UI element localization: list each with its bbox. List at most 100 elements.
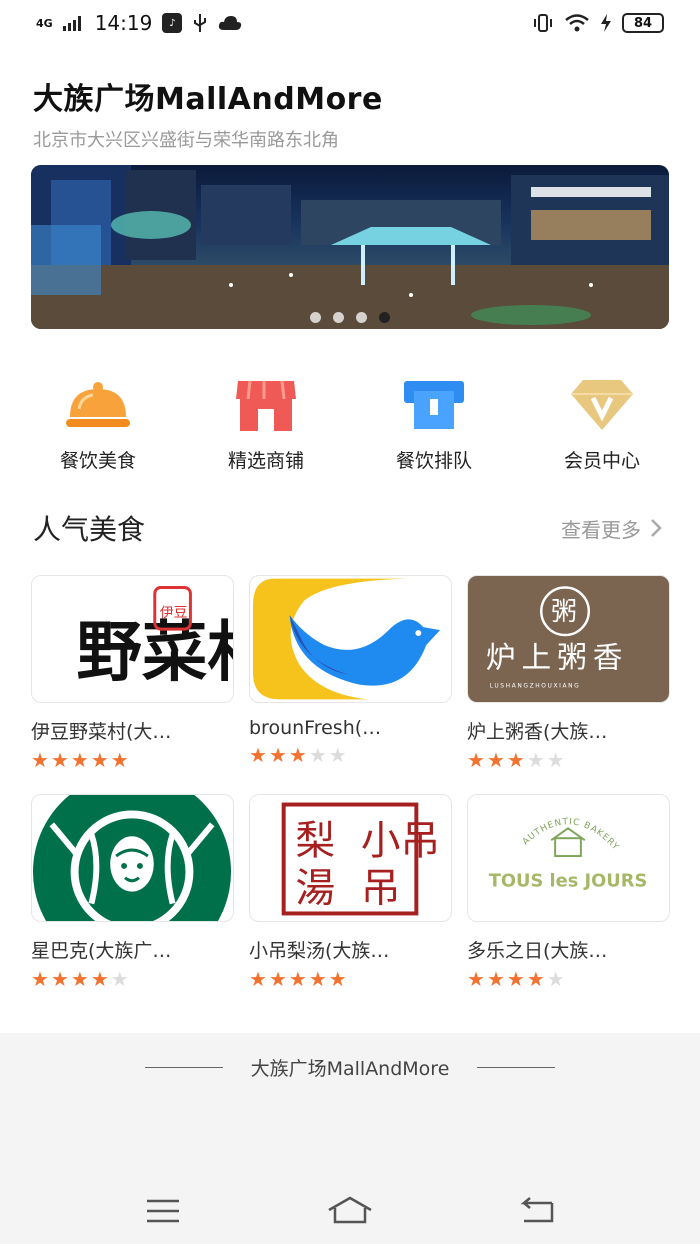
shop-card[interactable]: 星巴克(大族广… ★ ★ ★ ★ ★ [31,794,234,989]
rating-stars: ★ ★ ★ ★ ★ [31,969,234,989]
charging-icon [601,14,611,32]
star-filled-icon: ★ [268,743,287,767]
star-filled-icon: ★ [31,748,49,772]
star-filled-icon: ★ [90,748,109,772]
svg-text:AUTHENTIC BAKERY: AUTHENTIC BAKERY [521,817,621,853]
nav-label: 餐饮美食 [59,450,136,472]
logo-text: 炉上粥香 [486,641,629,676]
mall-header: 大族广场MallAndMore 北京市大兴区兴盛街与荣华南路东北角 [33,74,673,152]
carousel-dot[interactable] [356,312,367,323]
network-label: 4G [36,16,53,30]
mall-address: 北京市大兴区兴盛街与荣华南路东北角 [33,130,339,151]
status-bar: 4G 14:19 ♪ 84 [0,0,700,46]
footer-brand: 大族广场MallAndMore [0,1054,700,1081]
star-filled-icon: ★ [50,748,69,772]
logo-text-d: 湯 [296,866,336,912]
status-right: 84 [532,13,664,33]
shop-card[interactable]: 小吊 梨 吊 湯 小吊梨汤(大族… ★ ★ ★ ★ ★ [249,794,452,989]
nav-item-queue[interactable]: 餐饮排队 [350,374,518,473]
quick-nav: 餐饮美食 精选商铺 餐饮排队 会员中心 [14,374,686,473]
menu-button[interactable] [133,1191,193,1231]
view-more-link[interactable]: 查看更多 [561,514,663,543]
shop-logo [31,794,234,922]
signal-icon [62,16,81,31]
star-filled-icon: ★ [268,967,287,991]
cloud-icon [219,16,242,30]
nav-label: 会员中心 [563,450,640,472]
carousel-dot[interactable] [333,312,344,323]
logo-text: TOUS les JOURS [489,871,648,892]
section-title: 人气美食 [33,513,146,546]
rating-stars: ★ ★ ★ ★ ★ [249,969,452,989]
divider [477,1067,556,1068]
star-empty-icon: ★ [546,748,565,772]
banner-carousel[interactable] [31,165,669,329]
logo-seal-text: 粥 [551,597,577,627]
shop-logo: 粥 炉上粥香 LUSHANGZHOUXIANG [467,575,670,703]
shop-card[interactable]: 野菜村 伊豆 伊豆野菜村(大… ★★★★★ [31,575,234,770]
star-filled-icon: ★ [70,748,89,772]
queue-ticket-icon [399,374,469,436]
back-button[interactable] [507,1191,567,1231]
carousel-dots [31,312,669,323]
system-navigation-bar [0,1178,700,1244]
star-filled-icon: ★ [467,967,485,991]
shop-logo: 野菜村 伊豆 [31,575,234,703]
menu-icon [147,1199,180,1223]
wifi-icon [565,14,589,32]
star-filled-icon: ★ [31,967,49,991]
shop-name: 星巴克(大族广… [31,940,172,962]
star-empty-icon: ★ [308,743,327,767]
member-diamond-icon [567,374,637,436]
nav-item-food[interactable]: 餐饮美食 [14,374,182,473]
star-empty-icon: ★ [526,748,545,772]
shop-name: 伊豆野菜村(大… [31,721,172,743]
star-filled-icon: ★ [288,743,307,767]
shop-card[interactable]: brounFresh(… ★ ★ ★ ★ ★ [249,575,452,770]
star-filled-icon: ★ [249,743,267,767]
nav-item-shops[interactable]: 精选商铺 [182,374,350,473]
shop-name: brounFresh(… [249,717,382,739]
rating-stars: ★ ★ ★ ★ ★ [467,969,670,989]
logo-subtext: AUTHENTIC BAKERY [521,817,620,853]
star-filled-icon: ★ [486,748,505,772]
star-filled-icon: ★ [90,967,109,991]
nav-label: 精选商铺 [227,450,304,472]
logo-text-c: 吊 [361,866,401,912]
shop-logo [249,575,452,703]
app-notification-icon: ♪ [162,13,183,33]
home-button[interactable] [320,1191,380,1231]
logo-seal-text: 伊豆 [160,605,188,621]
star-filled-icon: ★ [249,967,267,991]
star-filled-icon: ★ [328,967,347,991]
carousel-dot[interactable] [310,312,321,323]
logo-text-b: 梨 [296,818,336,864]
star-empty-icon: ★ [328,743,347,767]
star-filled-icon: ★ [308,967,327,991]
back-icon [520,1197,553,1223]
shop-logo: 小吊 梨 吊 湯 [249,794,452,922]
usb-icon [194,14,207,32]
shop-name: 小吊梨汤(大族… [249,940,390,962]
star-filled-icon: ★ [486,967,505,991]
star-filled-icon: ★ [467,748,485,772]
rating-stars: ★ ★ ★ ★ ★ [249,745,452,765]
food-cloche-icon [63,374,133,436]
footer-text: 大族广场MallAndMore [250,1058,450,1080]
chevron-right-icon [651,519,662,537]
carousel-dot-active[interactable] [379,312,390,323]
mall-name: 大族广场MallAndMore [33,82,383,117]
view-more-label: 查看更多 [561,517,641,542]
divider [144,1067,223,1068]
star-filled-icon: ★ [506,967,525,991]
banner-image [31,165,669,329]
rating-stars: ★ ★ ★ ★ ★ [467,750,670,770]
shop-name: 多乐之日(大族… [467,940,608,962]
shop-card[interactable]: 粥 炉上粥香 LUSHANGZHOUXIANG 炉上粥香(大族… ★ ★ ★ ★ ★ [467,575,670,770]
battery-indicator: 84 [622,13,664,33]
star-filled-icon: ★ [70,967,89,991]
shop-card[interactable]: AUTHENTIC BAKERY TOUS les JOURS 多乐之日(大族…… [467,794,670,989]
star-empty-icon: ★ [110,967,129,991]
star-filled-icon: ★ [526,967,545,991]
nav-item-member[interactable]: 会员中心 [518,374,686,473]
